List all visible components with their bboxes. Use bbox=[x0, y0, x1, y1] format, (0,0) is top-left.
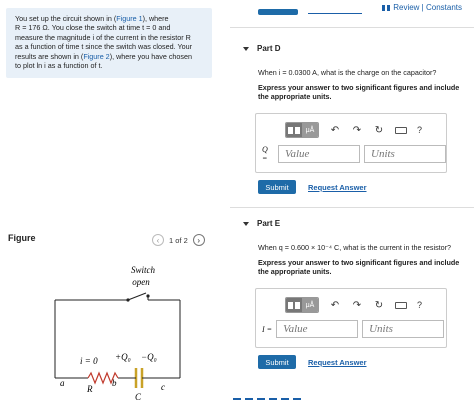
switch-contact-right bbox=[146, 294, 150, 298]
resistor-label: R bbox=[86, 384, 93, 394]
i-variable-label: I = bbox=[262, 324, 273, 334]
help-button[interactable]: ? bbox=[417, 300, 422, 310]
problem-text: You set up the circuit shown in ( bbox=[15, 14, 117, 23]
next-part-link-cut[interactable] bbox=[233, 398, 303, 400]
undo-icon[interactable]: ↶ bbox=[329, 125, 341, 136]
part-e-answer-box: μÅ ↶ ↷ ↻ ? I = bbox=[255, 288, 447, 348]
redo-icon[interactable]: ↷ bbox=[351, 300, 363, 311]
node-a-label: a bbox=[60, 378, 65, 388]
chevron-left-icon[interactable]: ‹ bbox=[152, 234, 164, 246]
problem-text: to plot ln i as a function of t. bbox=[15, 61, 103, 71]
part-d-request-answer-link[interactable]: Request Answer bbox=[308, 183, 367, 192]
help-button[interactable]: ? bbox=[417, 125, 422, 135]
previous-request-link-cut[interactable] bbox=[308, 13, 362, 14]
node-b-label: b bbox=[112, 378, 117, 388]
charge-minus-label: −Q₀ bbox=[141, 352, 157, 362]
problem-text: ), where you have chosen bbox=[109, 51, 192, 61]
value-input[interactable] bbox=[278, 145, 360, 163]
figure-1-link[interactable]: Figure 1 bbox=[116, 14, 142, 23]
math-toolbar: μÅ ↶ ↷ ↻ ? bbox=[285, 297, 422, 313]
part-d-answer-box: μÅ ↶ ↷ ↻ ? Q = bbox=[255, 113, 447, 173]
part-e-request-answer-link[interactable]: Request Answer bbox=[308, 358, 367, 367]
units-mu-button[interactable]: μÅ bbox=[302, 298, 318, 312]
templates-button-group: μÅ bbox=[285, 297, 319, 313]
current-label: i = 0 bbox=[80, 356, 98, 366]
redo-icon[interactable]: ↷ bbox=[351, 125, 363, 136]
keyboard-icon[interactable] bbox=[395, 126, 407, 134]
previous-submit-button-cut[interactable] bbox=[258, 9, 298, 15]
part-d-question: When i = 0.0300 A, what is the charge on… bbox=[258, 68, 437, 77]
collapse-caret-icon bbox=[243, 221, 249, 226]
answer-row: Q = bbox=[262, 145, 446, 163]
part-e-instruction: the appropriate units. bbox=[258, 267, 332, 276]
circuit-diagram: Switch open i = 0 +Q₀ −Q₀ a R b c C bbox=[54, 265, 181, 400]
review-constants-label: Review | Constants bbox=[393, 3, 462, 12]
problem-statement: You set up the circuit shown in (Figure … bbox=[6, 8, 212, 78]
figure-pager: ‹ 1 of 2 › bbox=[152, 234, 205, 246]
reset-icon[interactable]: ↻ bbox=[373, 300, 385, 311]
undo-icon[interactable]: ↶ bbox=[329, 300, 341, 311]
units-input[interactable] bbox=[364, 145, 446, 163]
node-c-label: c bbox=[161, 382, 165, 392]
problem-text: R = 176 Ω. You close the switch at time … bbox=[15, 23, 171, 33]
divider bbox=[230, 207, 474, 208]
part-d-header[interactable]: Part D bbox=[243, 44, 281, 53]
switch-open-label: open bbox=[132, 277, 150, 287]
part-e-instruction: Express your answer to two significant f… bbox=[258, 258, 460, 267]
part-e-question: When q = 0.600 × 10⁻⁴ C, what is the cur… bbox=[258, 243, 452, 252]
part-d-title: Part D bbox=[257, 44, 281, 53]
problem-text: as a function of time t since the switch… bbox=[15, 42, 192, 52]
math-toolbar: μÅ ↶ ↷ ↻ ? bbox=[285, 122, 422, 138]
units-input[interactable] bbox=[362, 320, 445, 338]
part-d-submit-button[interactable]: Submit bbox=[258, 180, 296, 194]
capacitor-label: C bbox=[135, 392, 142, 400]
part-d-instruction: the appropriate units. bbox=[258, 92, 332, 101]
figure-2-link[interactable]: Figure 2 bbox=[83, 52, 109, 61]
switch-blade bbox=[127, 292, 147, 301]
templates-icon[interactable] bbox=[286, 123, 302, 137]
problem-text: measure the magnitude i of the current i… bbox=[15, 32, 191, 42]
charge-plus-label: +Q₀ bbox=[115, 352, 131, 362]
templates-icon[interactable] bbox=[286, 298, 302, 312]
value-input[interactable] bbox=[276, 320, 359, 338]
templates-button-group: μÅ bbox=[285, 122, 319, 138]
figure-page-indicator: 1 of 2 bbox=[169, 235, 188, 245]
reset-icon[interactable]: ↻ bbox=[373, 125, 385, 136]
divider bbox=[230, 27, 474, 28]
review-icon bbox=[382, 4, 391, 11]
review-constants-link[interactable]: Review | Constants bbox=[382, 3, 462, 12]
keyboard-icon[interactable] bbox=[395, 301, 407, 309]
chevron-right-icon[interactable]: › bbox=[192, 234, 205, 246]
answer-row: I = bbox=[262, 320, 445, 338]
problem-text: ), where bbox=[142, 14, 169, 23]
figure-title: Figure bbox=[8, 233, 36, 243]
switch-contact-left bbox=[126, 298, 130, 302]
units-mu-button[interactable]: μÅ bbox=[302, 123, 318, 137]
problem-text: results are shown in ( bbox=[15, 51, 84, 61]
switch-label: Switch bbox=[131, 265, 155, 275]
q-variable-label: Q = bbox=[262, 145, 268, 163]
collapse-caret-icon bbox=[243, 46, 249, 51]
part-e-title: Part E bbox=[257, 219, 281, 228]
part-d-instruction: Express your answer to two significant f… bbox=[258, 83, 460, 92]
part-e-header[interactable]: Part E bbox=[243, 219, 280, 228]
part-e-submit-button[interactable]: Submit bbox=[258, 355, 296, 369]
